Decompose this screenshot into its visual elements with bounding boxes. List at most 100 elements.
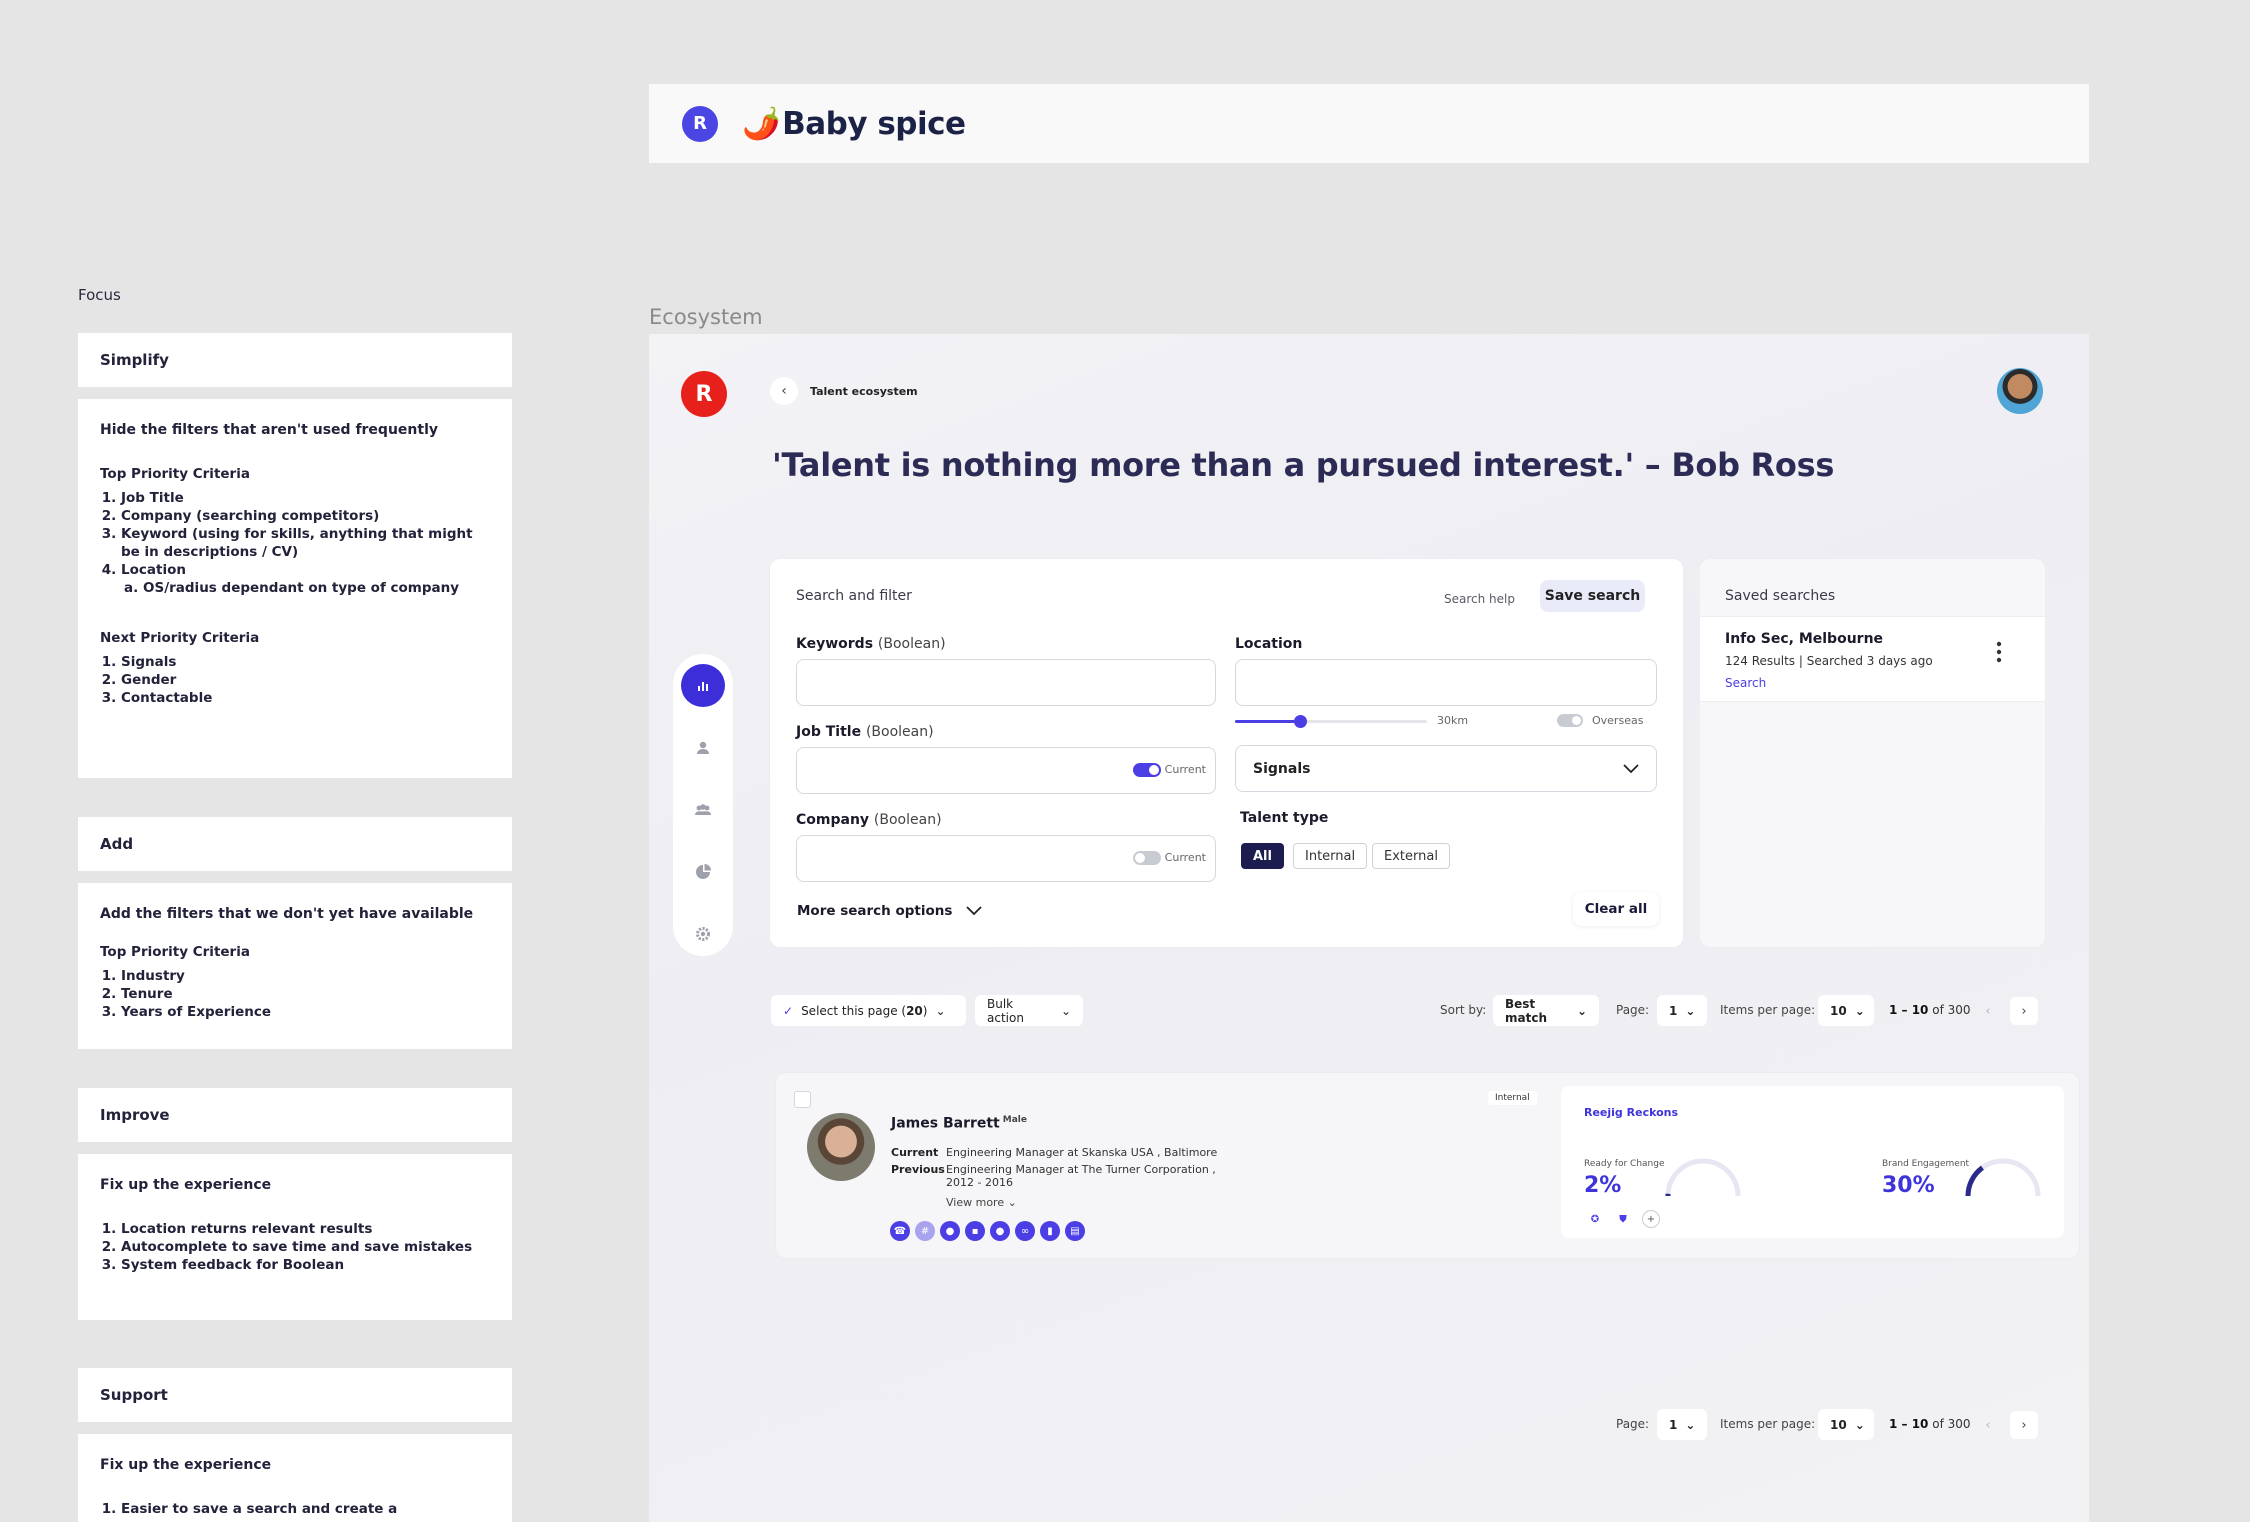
- range-total: 300: [1947, 1417, 1971, 1431]
- ready-for-change-label: Ready for Change: [1584, 1159, 1665, 1169]
- clear-all-button[interactable]: Clear all: [1573, 892, 1659, 926]
- bottom-next-page-button[interactable]: ›: [2010, 1411, 2038, 1439]
- chevron-left-icon: ‹: [1985, 1003, 1991, 1019]
- next-page-button[interactable]: ›: [2010, 997, 2038, 1025]
- bulk-action-label: Bulk action: [987, 996, 1024, 1025]
- note-simplify-body: Hide the filters that aren't used freque…: [78, 399, 512, 778]
- prev-page-button[interactable]: ‹: [1974, 997, 2002, 1025]
- talent-type-internal[interactable]: Internal: [1293, 843, 1368, 869]
- keywords-input[interactable]: [796, 659, 1216, 706]
- criteria-label: Top Priority Criteria: [100, 944, 250, 960]
- saved-search-item[interactable]: Info Sec, Melbourne 124 Results | Search…: [1700, 616, 2045, 702]
- drop-icon[interactable]: ●: [940, 1221, 960, 1241]
- slider-handle[interactable]: [1294, 715, 1308, 728]
- list-item: Location OS/radius dependant on type of …: [121, 561, 490, 597]
- shield-icon[interactable]: ⛊: [1614, 1210, 1632, 1228]
- talent-type-all[interactable]: All: [1241, 843, 1284, 869]
- view-more-link[interactable]: View more ⌄: [946, 1196, 1017, 1209]
- focus-label: Focus: [78, 286, 121, 304]
- overseas-toggle[interactable]: [1557, 714, 1583, 727]
- select-count: 20: [906, 1003, 923, 1018]
- reckons-actions: ✪ ⛊ +: [1586, 1210, 1660, 1228]
- phone-icon[interactable]: ☎: [890, 1221, 910, 1241]
- hashtag-icon[interactable]: #: [915, 1221, 935, 1241]
- top-bar: R 🌶️Baby spice: [649, 84, 2089, 163]
- label-text: Keywords: [796, 636, 874, 652]
- search-help-link[interactable]: Search help: [1444, 592, 1515, 606]
- saved-search-link[interactable]: Search: [1725, 676, 1766, 690]
- chevron-down-icon: ⌄: [1060, 1003, 1071, 1018]
- bulk-action-button[interactable]: Bulk action ⌄: [975, 995, 1083, 1026]
- user-avatar[interactable]: [1997, 368, 2043, 414]
- chevron-down-icon: ⌄: [935, 1003, 946, 1018]
- back-button[interactable]: ‹: [770, 377, 798, 405]
- saved-search-name: Info Sec, Melbourne: [1725, 631, 1884, 647]
- chevron-down-icon: [1623, 759, 1639, 778]
- nav-settings-icon[interactable]: [681, 913, 725, 956]
- label-text: Company: [796, 812, 870, 828]
- location-input[interactable]: [1235, 659, 1657, 706]
- criteria-label: Next Priority Criteria: [100, 630, 260, 646]
- plus-icon[interactable]: +: [1642, 1210, 1660, 1228]
- list-subitem: OS/radius dependant on type of company: [143, 579, 490, 597]
- nav-person-icon[interactable]: [681, 726, 725, 769]
- result-checkbox[interactable]: [794, 1091, 811, 1108]
- file-icon[interactable]: ▤: [1065, 1221, 1085, 1241]
- nav-analytics-icon[interactable]: [681, 664, 725, 708]
- ready-for-change-gauge: [1665, 1158, 1741, 1197]
- app-frame: R ‹ Talent ecosystem 'Talent is nothing …: [649, 334, 2089, 1522]
- app-logo-icon[interactable]: R: [681, 371, 727, 417]
- chevron-left-icon: ‹: [1985, 1417, 1991, 1433]
- job-title-input[interactable]: Current: [796, 747, 1216, 794]
- document-icon[interactable]: ▮: [1040, 1221, 1060, 1241]
- bottom-items-per-page-dropdown[interactable]: 10 ⌄: [1818, 1409, 1874, 1440]
- list-item: Job Title: [121, 489, 490, 507]
- link-icon[interactable]: ∞: [1015, 1221, 1035, 1241]
- note-improve-body: Fix up the experience Location returns r…: [78, 1154, 512, 1320]
- note-heading: Add: [100, 835, 134, 853]
- page-value: 1: [1669, 1003, 1678, 1018]
- talent-type-label: Talent type: [1240, 810, 1329, 826]
- select-page-close: ): [922, 1003, 928, 1018]
- group-icon[interactable]: ▪: [965, 1221, 985, 1241]
- note-improve-head: Improve: [78, 1088, 512, 1142]
- result-card[interactable]: James Barrett Male Current Engineering Ma…: [776, 1073, 2079, 1258]
- items-per-page-dropdown[interactable]: 10 ⌄: [1818, 995, 1874, 1026]
- contact-icons: ☎ # ● ▪ ● ∞ ▮ ▤: [890, 1221, 1085, 1241]
- toggle-label: Current: [1164, 763, 1206, 776]
- sort-by-dropdown[interactable]: Best match ⌄: [1493, 995, 1599, 1026]
- note-title: Add the filters that we don't yet have a…: [100, 906, 474, 922]
- chevron-down-icon: ⌄: [1576, 1003, 1587, 1018]
- chevron-down-icon: ⌄: [1007, 1196, 1017, 1209]
- bottom-page-dropdown[interactable]: 1 ⌄: [1657, 1409, 1707, 1440]
- items-per-page-label: Items per page:: [1720, 1003, 1816, 1017]
- page-dropdown[interactable]: 1 ⌄: [1657, 995, 1707, 1026]
- criteria-label: Top Priority Criteria: [100, 466, 250, 482]
- user-icon[interactable]: ●: [990, 1221, 1010, 1241]
- bottom-prev-page-button[interactable]: ‹: [1974, 1411, 2002, 1439]
- sort-by-value: Best match: [1505, 996, 1547, 1025]
- company-current-toggle[interactable]: [1133, 851, 1161, 865]
- more-vertical-icon[interactable]: [1996, 641, 2002, 669]
- range-of: of: [1932, 1003, 1944, 1017]
- range-text: 1 – 10: [1889, 1003, 1929, 1017]
- nav-team-icon[interactable]: [681, 788, 725, 831]
- note-support-body: Fix up the experience Easier to save a s…: [78, 1434, 512, 1522]
- page-title: 'Talent is nothing more than a pursued i…: [772, 446, 1835, 484]
- radius-slider[interactable]: [1235, 715, 1427, 728]
- list-item: Keyword (using for skills, anything that…: [121, 525, 490, 561]
- signals-dropdown[interactable]: Signals: [1235, 745, 1657, 792]
- company-label: Company (Boolean): [796, 812, 942, 828]
- job-title-current-toggle[interactable]: [1133, 763, 1161, 777]
- talent-type-external[interactable]: External: [1372, 843, 1450, 869]
- nav-pie-chart-icon[interactable]: [681, 851, 725, 894]
- list-item: Tenure: [121, 985, 490, 1003]
- reejig-logo-icon[interactable]: R: [682, 105, 718, 142]
- select-page-button[interactable]: ✓ Select this page (20) ⌄: [771, 995, 966, 1026]
- company-input[interactable]: Current: [796, 835, 1216, 882]
- candidate-name[interactable]: James Barrett Male: [891, 1115, 1027, 1132]
- saved-search-meta: 124 Results | Searched 3 days ago: [1725, 654, 1933, 668]
- more-search-options[interactable]: More search options: [797, 903, 983, 919]
- save-search-button[interactable]: Save search: [1540, 580, 1645, 612]
- star-icon[interactable]: ✪: [1586, 1210, 1604, 1228]
